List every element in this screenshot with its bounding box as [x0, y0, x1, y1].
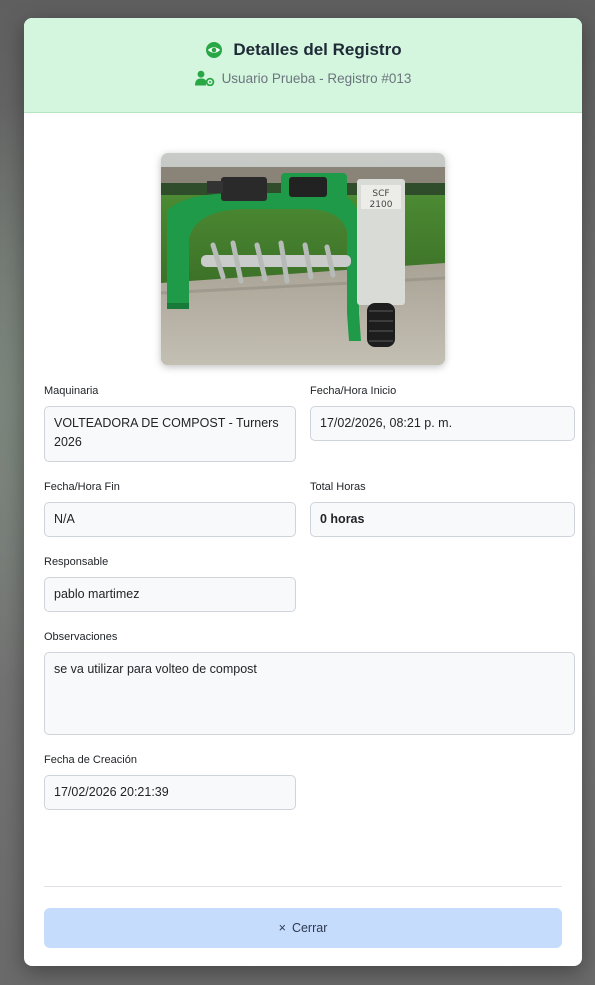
- close-button[interactable]: × Cerrar: [44, 908, 562, 948]
- maquinaria-label: Maquinaria: [44, 385, 99, 397]
- close-button-label: Cerrar: [291, 921, 328, 935]
- observaciones-label: Observaciones: [44, 631, 118, 643]
- maquinaria-value: VOLTEADORA DE COMPOST - Turners 2026: [44, 406, 296, 462]
- modal-body: SCF 2100 Maquinaria VOLTEADORA DE COMPOS…: [24, 153, 582, 829]
- details-grid: Maquinaria VOLTEADORA DE COMPOST - Turne…: [44, 385, 575, 829]
- eye-icon: [204, 40, 224, 60]
- modal-title: Detalles del Registro: [233, 40, 402, 59]
- total-horas-label: Total Horas: [310, 481, 366, 493]
- modal-subtitle: Usuario Prueba - Registro #013: [221, 70, 412, 86]
- photo-sign-line2: 2100: [370, 200, 393, 210]
- field-responsable: Responsable pablo martimez: [44, 556, 296, 612]
- field-maquinaria: Maquinaria VOLTEADORA DE COMPOST - Turne…: [44, 385, 296, 462]
- total-horas-value: 0 horas: [310, 502, 575, 537]
- photo-sign-line1: SCF: [372, 189, 389, 199]
- fecha-inicio-label: Fecha/Hora Inicio: [310, 385, 397, 397]
- fecha-inicio-value: 17/02/2026, 08:21 p. m.: [310, 406, 575, 441]
- footer-divider: [44, 886, 562, 887]
- user-gear-icon: [194, 70, 215, 87]
- fecha-creacion-label: Fecha de Creación: [44, 754, 137, 766]
- x-icon: ×: [278, 921, 286, 935]
- details-modal: Detalles del Registro Usuario Prueba - R…: [24, 18, 582, 966]
- field-fecha-creacion: Fecha de Creación 17/02/2026 20:21:39: [44, 754, 296, 810]
- modal-header: Detalles del Registro Usuario Prueba - R…: [24, 18, 582, 113]
- fecha-creacion-value: 17/02/2026 20:21:39: [44, 775, 296, 810]
- machine-photo: SCF 2100: [161, 153, 445, 365]
- field-fecha-inicio: Fecha/Hora Inicio 17/02/2026, 08:21 p. m…: [310, 385, 575, 462]
- field-observaciones: Observaciones se va utilizar para volteo…: [44, 631, 575, 735]
- field-total-horas: Total Horas 0 horas: [310, 481, 575, 537]
- responsable-value: pablo martimez: [44, 577, 296, 612]
- observaciones-value: se va utilizar para volteo de compost: [44, 652, 575, 735]
- fecha-fin-label: Fecha/Hora Fin: [44, 481, 120, 493]
- fecha-fin-value: N/A: [44, 502, 296, 537]
- title-row: Detalles del Registro: [24, 40, 582, 60]
- field-fecha-fin: Fecha/Hora Fin N/A: [44, 481, 296, 537]
- responsable-label: Responsable: [44, 556, 109, 568]
- subtitle-row: Usuario Prueba - Registro #013: [24, 70, 582, 87]
